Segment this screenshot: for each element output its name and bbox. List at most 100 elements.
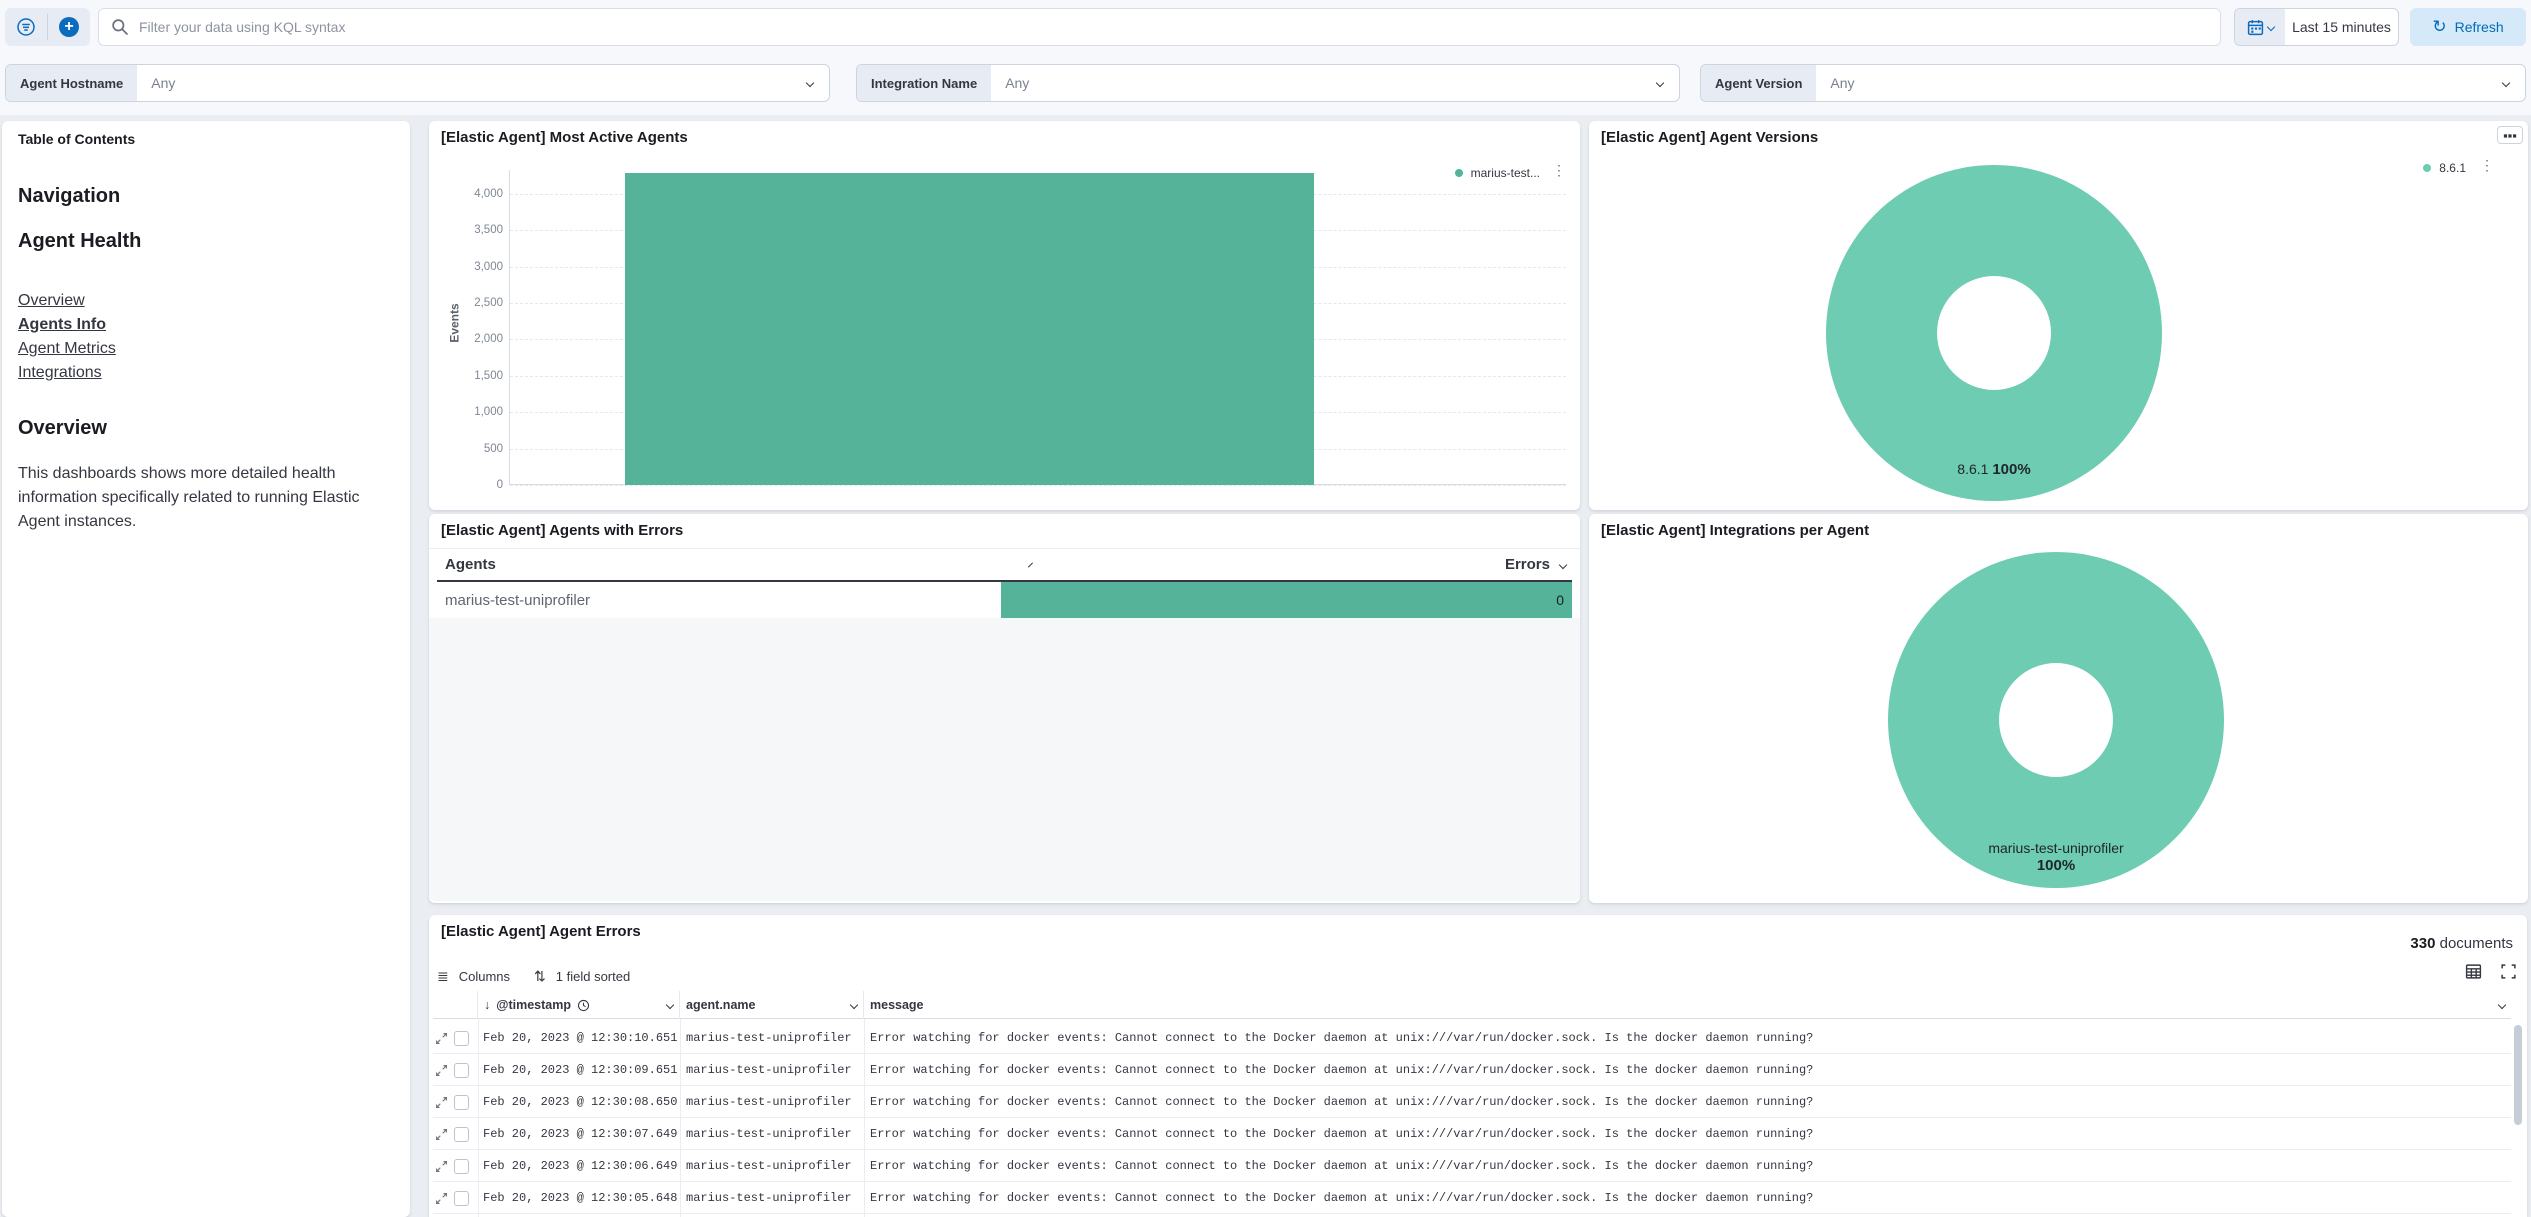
y-axis-tick-label: 0 bbox=[443, 479, 503, 491]
expand-document-icon[interactable] bbox=[435, 1064, 448, 1077]
column-header-errors[interactable]: Errors bbox=[1505, 556, 1566, 573]
fullscreen-icon[interactable] bbox=[2500, 963, 2517, 980]
kql-search-input[interactable]: Filter your data using KQL syntax bbox=[98, 8, 2221, 46]
y-axis-tick-label: 3,000 bbox=[443, 261, 503, 273]
search-placeholder: Filter your data using KQL syntax bbox=[139, 19, 345, 35]
document-row[interactable]: Feb 20, 2023 @ 12:30:07.649marius-test-u… bbox=[433, 1118, 2511, 1150]
panel-table-of-contents: Table of Contents Navigation Agent Healt… bbox=[2, 121, 410, 1217]
y-axis-tick-label: 1,500 bbox=[443, 370, 503, 382]
chevron-down-icon bbox=[1028, 562, 1033, 567]
columns-button[interactable]: Columns bbox=[459, 969, 510, 984]
message-cell: Error watching for docker events: Cannot… bbox=[870, 1022, 2510, 1054]
toc-link-item: Overview bbox=[18, 289, 394, 313]
donut-slice-label: 8.6.1 100% bbox=[1957, 461, 2030, 478]
timestamp-cell: Feb 20, 2023 @ 12:30:09.651 bbox=[483, 1054, 678, 1086]
filter-control-agent-version[interactable]: Agent VersionAny bbox=[1700, 64, 2526, 102]
slice-name: marius-test-uniprofiler bbox=[1988, 840, 2123, 856]
date-picker-menu-button[interactable] bbox=[2235, 9, 2285, 45]
panel-title: [Elastic Agent] Agent Errors bbox=[441, 923, 641, 940]
panel-agent-errors: [Elastic Agent] Agent Errors 330 documen… bbox=[429, 915, 2527, 1217]
y-axis-tick-label: 2,000 bbox=[443, 333, 503, 345]
list-icon: ≣ bbox=[437, 968, 449, 985]
agent-name-cell: marius-test-uniprofiler bbox=[686, 1054, 862, 1086]
chevron-down-icon bbox=[1656, 79, 1664, 87]
legend-label: marius-test... bbox=[1471, 166, 1540, 180]
sort-fields-icon: ⇅ bbox=[534, 968, 546, 985]
filter-value: Any bbox=[991, 75, 1657, 91]
toc-link-agents-info[interactable]: Agents Info bbox=[18, 316, 106, 333]
y-axis-tick-label: 2,500 bbox=[443, 297, 503, 309]
panel-integrations-per-agent: [Elastic Agent] Integrations per Agent m… bbox=[1589, 514, 2528, 903]
filter-control-agent-hostname[interactable]: Agent HostnameAny bbox=[5, 64, 830, 102]
grid-scrollbar[interactable] bbox=[2514, 1025, 2522, 1125]
expand-document-icon[interactable] bbox=[435, 1032, 448, 1045]
document-row[interactable]: Feb 20, 2023 @ 12:30:06.649marius-test-u… bbox=[433, 1150, 2511, 1182]
column-label: agent.name bbox=[686, 998, 755, 1012]
slice-percent: 100% bbox=[2037, 857, 2075, 874]
toc-link-agent-metrics[interactable]: Agent Metrics bbox=[18, 340, 116, 357]
table-row[interactable]: marius-test-uniprofiler 0 bbox=[437, 582, 1572, 618]
document-row[interactable]: Feb 20, 2023 @ 12:30:10.651marius-test-u… bbox=[433, 1022, 2511, 1054]
legend-item-marius-test[interactable]: marius-test... bbox=[1455, 166, 1540, 180]
donut-hole bbox=[1999, 663, 2113, 777]
y-axis-tick-label: 500 bbox=[443, 443, 503, 455]
display-options-icon[interactable] bbox=[2465, 963, 2482, 980]
filter-value: Any bbox=[1816, 75, 2503, 91]
legend-options-icon[interactable]: ⋮ bbox=[1552, 165, 1566, 175]
expand-document-icon[interactable] bbox=[435, 1128, 448, 1141]
toc-link-list: Overview Agents Info Agent Metrics Integrat… bbox=[18, 289, 394, 385]
panel-title: [Elastic Agent] Agent Versions bbox=[1601, 129, 1818, 146]
legend-item-8-6-1[interactable]: 8.6.1 bbox=[2423, 161, 2466, 175]
column-header-agents[interactable]: Agents bbox=[445, 556, 1005, 573]
panel-agents-with-errors: [Elastic Agent] Agents with Errors Agent… bbox=[429, 514, 1580, 903]
donut-slice-label: marius-test-uniprofiler 100% bbox=[1988, 840, 2123, 874]
document-count-suffix: documents bbox=[2440, 935, 2513, 952]
panel-options-icon[interactable]: ▪▪▪ bbox=[2497, 126, 2523, 144]
search-icon bbox=[111, 18, 129, 36]
select-document-checkbox[interactable] bbox=[454, 1127, 469, 1142]
toc-heading-overview: Overview bbox=[18, 417, 394, 440]
document-row[interactable]: Feb 20, 2023 @ 12:30:05.648marius-test-u… bbox=[433, 1182, 2511, 1214]
chevron-down-icon bbox=[1559, 560, 1567, 568]
filter-circle-icon bbox=[16, 17, 36, 37]
timestamp-cell: Feb 20, 2023 @ 12:30:06.649 bbox=[483, 1150, 678, 1182]
time-range-value[interactable]: Last 15 minutes bbox=[2285, 9, 2398, 45]
sorted-fields-button[interactable]: 1 field sorted bbox=[556, 969, 630, 984]
timestamp-cell: Feb 20, 2023 @ 12:30:08.650 bbox=[483, 1086, 678, 1118]
select-document-checkbox[interactable] bbox=[454, 1063, 469, 1078]
document-row[interactable]: Feb 20, 2023 @ 12:30:08.650marius-test-u… bbox=[433, 1086, 2511, 1118]
select-document-checkbox[interactable] bbox=[454, 1031, 469, 1046]
select-document-checkbox[interactable] bbox=[454, 1159, 469, 1174]
panel-most-active-agents: [Elastic Agent] Most Active Agents Event… bbox=[429, 121, 1580, 510]
filter-label: Agent Version bbox=[1701, 65, 1816, 101]
donut-chart-agent-versions bbox=[1826, 165, 2162, 501]
toc-link-item: Agents Info bbox=[18, 313, 394, 337]
document-row[interactable]: Feb 20, 2023 @ 12:30:09.651marius-test-u… bbox=[433, 1054, 2511, 1086]
message-cell: Error watching for docker events: Cannot… bbox=[870, 1118, 2510, 1150]
legend-label: 8.6.1 bbox=[2439, 161, 2466, 175]
chevron-down-icon bbox=[806, 79, 814, 87]
y-axis-tick-label: 4,000 bbox=[443, 188, 503, 200]
expand-document-icon[interactable] bbox=[435, 1192, 448, 1205]
select-document-checkbox[interactable] bbox=[454, 1095, 469, 1110]
expand-document-icon[interactable] bbox=[435, 1160, 448, 1173]
panel-title: [Elastic Agent] Agents with Errors bbox=[441, 522, 683, 539]
select-document-checkbox[interactable] bbox=[454, 1191, 469, 1206]
refresh-button[interactable]: ↻ Refresh bbox=[2410, 8, 2526, 46]
bar-chart-plot-area bbox=[509, 170, 1566, 485]
grid-header-timestamp[interactable]: ↓ @timestamp bbox=[478, 991, 680, 1019]
toc-link-overview[interactable]: Overview bbox=[18, 292, 85, 309]
grid-header-message[interactable]: message bbox=[864, 991, 2511, 1019]
agent-name-cell: marius-test-uniprofiler bbox=[686, 1182, 862, 1214]
expand-document-icon[interactable] bbox=[435, 1096, 448, 1109]
add-filter-button[interactable]: + bbox=[48, 8, 90, 46]
filter-control-integration-name[interactable]: Integration NameAny bbox=[856, 64, 1680, 102]
toc-link-integrations[interactable]: Integrations bbox=[18, 364, 102, 381]
filter-value: Any bbox=[137, 75, 807, 91]
column-label: @timestamp bbox=[496, 998, 571, 1012]
grid-header-agent-name[interactable]: agent.name bbox=[680, 991, 864, 1019]
legend-options-icon[interactable]: ⋮ bbox=[2480, 160, 2494, 170]
refresh-label: Refresh bbox=[2455, 19, 2504, 35]
slice-percent: 100% bbox=[1992, 461, 2030, 478]
filter-menu-button[interactable] bbox=[5, 8, 47, 46]
